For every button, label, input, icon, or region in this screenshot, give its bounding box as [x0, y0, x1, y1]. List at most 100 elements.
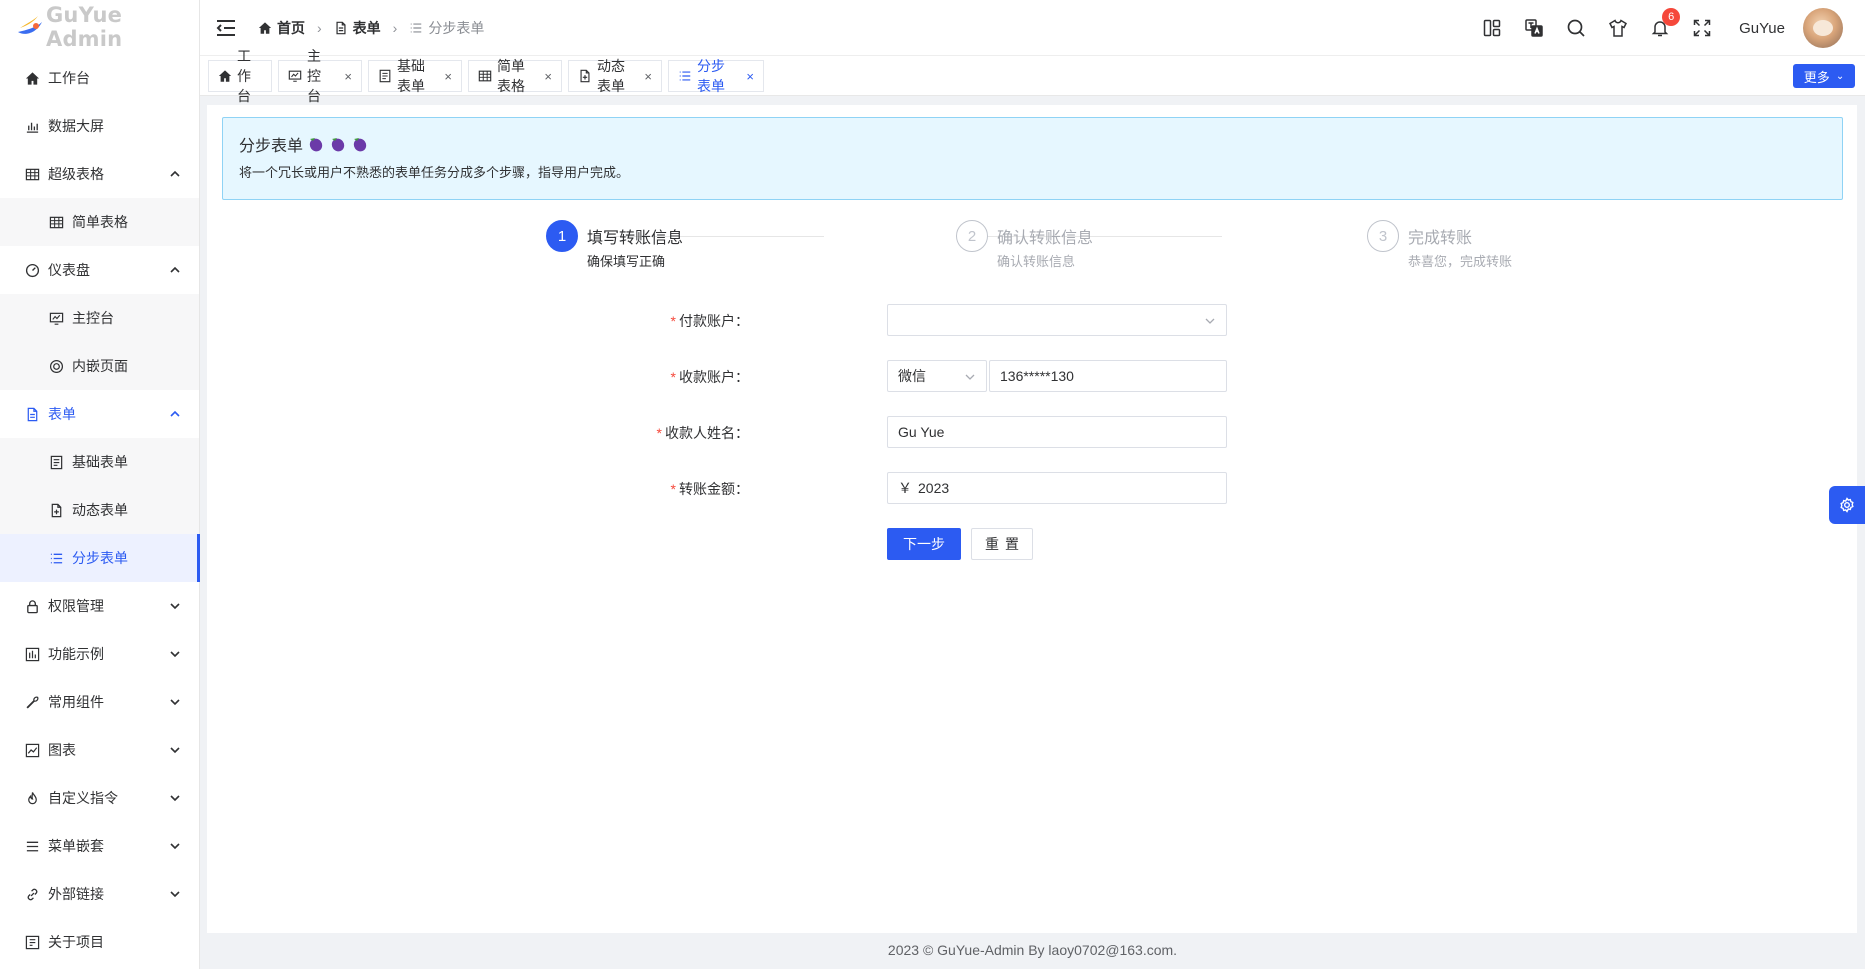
tab[interactable]: 简单表格 ×	[468, 58, 562, 94]
chevron-down-icon	[169, 791, 181, 803]
sidebar-item[interactable]: 仪表盘	[0, 246, 199, 294]
sidebar-item-label: 图表	[48, 742, 76, 758]
fire-icon	[24, 790, 40, 806]
sidebar-item[interactable]: 自定义指令	[0, 774, 199, 822]
chevron-down-icon	[169, 839, 181, 851]
more-label: 更多	[1803, 69, 1830, 85]
step-title: 完成转账	[1408, 230, 1473, 247]
sidebar-item[interactable]: 简单表格	[0, 198, 199, 246]
step-description: 恭喜您，完成转账	[1408, 254, 1513, 269]
sidebar-item-label: 外部链接	[48, 886, 104, 902]
step-description: 确保填写正确	[587, 254, 666, 269]
sidebar-item[interactable]: 功能示例	[0, 630, 199, 678]
close-icon[interactable]: ×	[544, 69, 552, 84]
sidebar-item[interactable]: 常用组件	[0, 678, 199, 726]
sidebar-item[interactable]: 内嵌页面	[0, 342, 199, 390]
receiver-name-input[interactable]: Gu Yue	[887, 416, 1227, 448]
gear-icon	[1840, 497, 1854, 513]
step-number: 3	[1367, 220, 1399, 252]
close-icon[interactable]: ×	[644, 69, 652, 84]
sidebar-item[interactable]: 工作台	[0, 54, 199, 102]
tab[interactable]: 分步表单 ×	[668, 58, 764, 94]
document-plus-icon	[48, 502, 64, 518]
collapse-sidebar-icon[interactable]	[214, 16, 238, 40]
sidebar-item[interactable]: 主控台	[0, 294, 199, 342]
select-value: 微信	[898, 368, 926, 384]
function-icon	[24, 646, 40, 662]
reset-button[interactable]: 重置	[971, 528, 1033, 560]
tab[interactable]: 主控台 ×	[278, 48, 362, 104]
search-icon[interactable]	[1565, 17, 1587, 39]
form-icon	[378, 69, 397, 83]
document-icon	[24, 406, 40, 422]
sidebar-menu: 工作台 数据大屏 超级表格 简单表格 仪表盘 主控台 内嵌页面 表单 基础表单动态表单分步表单权…	[0, 54, 200, 966]
tab-label: 工作台	[237, 48, 251, 104]
speedometer-icon	[24, 262, 40, 278]
sidebar-item-label: 关于项目	[48, 934, 104, 950]
chevron-down-icon	[965, 374, 975, 380]
document-plus-icon	[578, 69, 597, 83]
sidebar-item[interactable]: 表单	[0, 390, 199, 438]
account-type-select[interactable]: 微信	[887, 360, 987, 392]
close-icon[interactable]: ×	[444, 69, 452, 84]
chevron-up-icon	[169, 167, 181, 179]
sidebar-item[interactable]: 外部链接	[0, 870, 199, 918]
steps: 1 填写转账信息 确保填写正确 2 确认转账信息 确认转账信息 3 完成转账 恭…	[207, 220, 1857, 280]
sidebar: GuYue Admin 工作台 数据大屏 超级表格 简单表格 仪表盘 主控台 内嵌页面 表单基…	[0, 0, 200, 969]
sidebar-item[interactable]: 数据大屏	[0, 102, 199, 150]
fullscreen-icon[interactable]	[1691, 17, 1713, 39]
sidebar-item[interactable]: 图表	[0, 726, 199, 774]
tab[interactable]: 基础表单 ×	[368, 58, 462, 94]
info-alert: 分步表单 将一个冗长或用户不熟悉的表单任务分成多个步骤，指导用户完成。	[222, 117, 1843, 200]
step-number: 2	[956, 220, 988, 252]
translate-icon[interactable]	[1523, 17, 1545, 39]
breadcrumb-home[interactable]: 首页	[258, 18, 305, 38]
step-title: 确认转账信息	[997, 230, 1094, 247]
avatar[interactable]	[1803, 8, 1843, 48]
chevron-down-icon	[1205, 318, 1215, 324]
main-card: 分步表单 将一个冗长或用户不熟悉的表单任务分成多个步骤，指导用户完成。 1 填写…	[207, 105, 1857, 933]
settings-button[interactable]	[1829, 486, 1865, 524]
close-icon[interactable]: ×	[344, 69, 352, 84]
sidebar-item[interactable]: 超级表格	[0, 150, 199, 198]
list-icon	[48, 550, 64, 566]
tab[interactable]: 动态表单 ×	[568, 58, 662, 94]
sidebar-item[interactable]: 基础表单	[0, 438, 199, 486]
home-icon	[258, 21, 272, 34]
notification-bell-icon[interactable]: 6	[1649, 8, 1681, 39]
form-row-receiver-name: * 收款人姓名： Gu Yue	[207, 416, 1857, 448]
grid-icon	[48, 214, 64, 230]
bar-chart-icon	[24, 118, 40, 134]
logo-icon	[14, 14, 46, 40]
footer: 2023 © GuYue-Admin By laoy0702@163.com.	[887, 942, 1178, 958]
alert-description: 将一个冗长或用户不熟悉的表单任务分成多个步骤，指导用户完成。	[239, 165, 630, 180]
breadcrumb-form[interactable]: 表单	[334, 18, 381, 38]
sidebar-item-label: 权限管理	[48, 598, 104, 614]
sidebar-item[interactable]: 关于项目	[0, 918, 199, 966]
pay-account-select[interactable]	[887, 304, 1227, 336]
breadcrumb-separator: ›	[317, 19, 322, 36]
form-label: * 转账金额：	[670, 481, 749, 497]
chevron-down-icon	[169, 647, 181, 659]
amount-input[interactable]: ￥ 2023	[887, 472, 1227, 504]
form-row-pay-account: * 付款账户：	[207, 304, 1857, 336]
sidebar-item[interactable]: 分步表单	[0, 534, 200, 582]
home-icon	[218, 69, 237, 83]
sidebar-item[interactable]: 权限管理	[0, 582, 199, 630]
account-number-input[interactable]: 136*****130	[989, 360, 1227, 392]
info-box-icon	[24, 934, 40, 950]
list-icon	[411, 22, 422, 33]
sidebar-item-label: 动态表单	[72, 502, 128, 518]
lock-icon	[24, 598, 40, 614]
more-tabs-button[interactable]: 更多 ⌄	[1793, 64, 1855, 88]
breadcrumb-current: 分步表单	[409, 18, 484, 38]
tab[interactable]: 工作台	[208, 48, 272, 104]
layout-icon[interactable]	[1481, 17, 1503, 39]
username[interactable]: GuYue	[1739, 20, 1785, 37]
theme-shirt-icon[interactable]	[1607, 17, 1629, 39]
sidebar-item[interactable]: 菜单嵌套	[0, 822, 199, 870]
logo[interactable]: GuYue Admin	[0, 0, 199, 54]
next-step-button[interactable]: 下一步	[887, 528, 961, 560]
close-icon[interactable]: ×	[746, 69, 754, 84]
sidebar-item[interactable]: 动态表单	[0, 486, 199, 534]
